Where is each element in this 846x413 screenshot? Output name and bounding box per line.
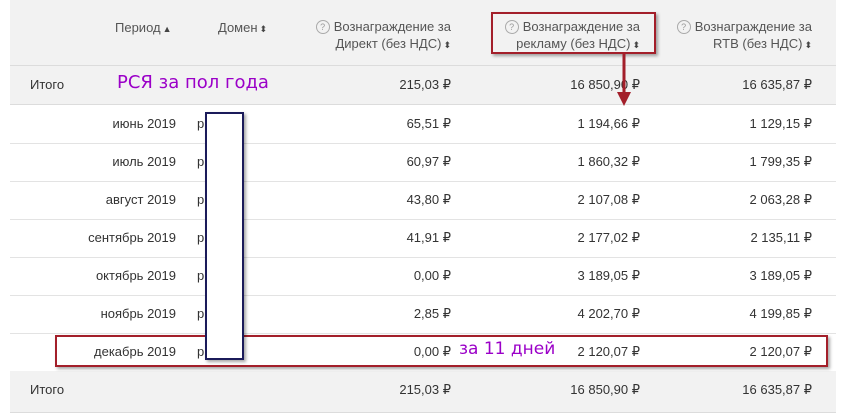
highlight-box-reklama-header [491, 12, 656, 54]
column-header-rtb[interactable]: ? Вознаграждение за RTB (без НДС) ⬍ [676, 18, 812, 54]
arrow-down-icon [617, 52, 631, 106]
column-header-domain[interactable]: Домен ⬍ [218, 19, 267, 38]
total-row-bottom: Итого 215,03 ₽ 16 850,90 ₽ 16 635,87 ₽ [10, 371, 836, 413]
table-row: июнь 2019 p fo.ru 65,51 ₽ 1 194,66 ₽ 1 1… [10, 105, 836, 144]
annotation-half-year: РСЯ за пол года [117, 72, 269, 93]
domain-redaction-box [205, 112, 244, 360]
column-header-period[interactable]: Период ▲ [115, 19, 172, 38]
table-header: Период ▲ Домен ⬍ ? Вознаграждение за Директ… [10, 0, 836, 66]
annotation-eleven-days: за 11 дней [459, 339, 556, 359]
sort-asc-icon: ▲ [162, 24, 172, 34]
sort-icon: ⬍ [259, 24, 268, 34]
column-header-direct[interactable]: ? Вознаграждение за Директ (без НДС) ⬍ [315, 18, 451, 54]
sort-icon: ⬍ [443, 40, 451, 50]
table-row: июль 2019 p fo.ru 60,97 ₽ 1 860,32 ₽ 1 7… [10, 143, 836, 182]
help-icon[interactable]: ? [676, 20, 691, 34]
table-row: август 2019 p fo.ru 43,80 ₽ 2 107,08 ₽ 2… [10, 181, 836, 220]
help-icon[interactable]: ? [315, 20, 330, 34]
highlight-box-december-row [55, 335, 828, 367]
sort-icon: ⬍ [804, 40, 812, 50]
table-row: сентябрь 2019 p fo.ru 41,91 ₽ 2 177,02 ₽… [10, 219, 836, 258]
table-row: октябрь 2019 p fo.ru 0,00 ₽ 3 189,05 ₽ 3… [10, 257, 836, 296]
table-row: ноябрь 2019 p fo.ru 2,85 ₽ 4 202,70 ₽ 4 … [10, 295, 836, 334]
